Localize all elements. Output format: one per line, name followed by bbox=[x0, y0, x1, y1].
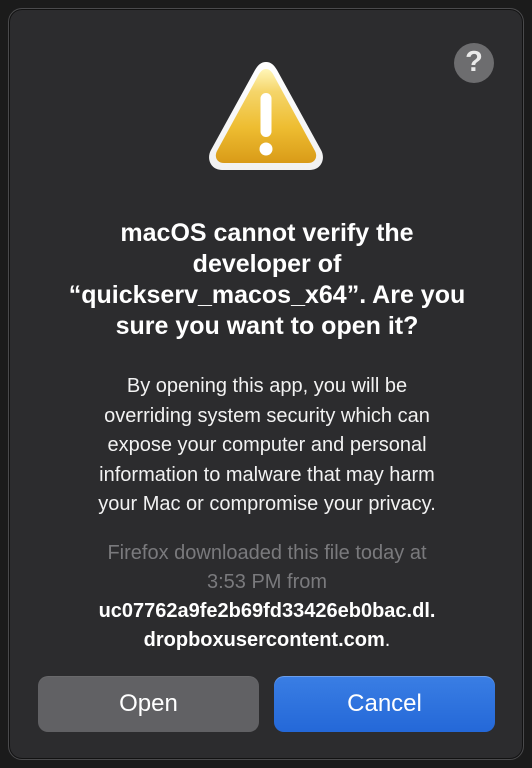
cancel-button[interactable]: Cancel bbox=[274, 676, 495, 732]
dialog-title: macOS cannot verify the developer of “qu… bbox=[51, 218, 483, 342]
message-line: overriding system security which can bbox=[104, 404, 430, 427]
title-line: sure you want to open it? bbox=[115, 312, 419, 340]
open-button[interactable]: Open bbox=[38, 676, 259, 732]
message-line: your Mac or compromise your privacy. bbox=[98, 493, 436, 515]
security-warning-dialog: ? macOS cannot verify the developer of “… bbox=[8, 8, 524, 760]
download-info: Firefox downloaded this file today at 3:… bbox=[45, 539, 489, 655]
title-line: “quickserv_macos_x64”. Are you bbox=[68, 281, 466, 309]
download-info-line: 3:53 PM from bbox=[206, 571, 328, 593]
message-line: expose your computer and personal bbox=[107, 434, 427, 456]
question-mark-icon: ? bbox=[465, 45, 483, 78]
warning-triangle-icon bbox=[209, 62, 323, 170]
message-line: By opening this app, you will be bbox=[126, 375, 408, 397]
title-line: developer of bbox=[192, 250, 342, 278]
download-info-line: Firefox downloaded this file today at bbox=[107, 542, 427, 564]
title-line: macOS cannot verify the bbox=[120, 219, 414, 247]
download-source: uc07762a9fe2b69fd33426eb0bac.dl. dropbox… bbox=[45, 597, 489, 655]
message-line: information to malware that may harm bbox=[99, 463, 435, 486]
help-button[interactable]: ? bbox=[454, 43, 494, 83]
download-source-period: . bbox=[384, 629, 391, 651]
download-source-line: dropboxusercontent.com bbox=[143, 629, 385, 651]
security-message: By opening this app, you will be overrid… bbox=[53, 372, 481, 520]
download-source-line: uc07762a9fe2b69fd33426eb0bac.dl. bbox=[98, 600, 436, 622]
